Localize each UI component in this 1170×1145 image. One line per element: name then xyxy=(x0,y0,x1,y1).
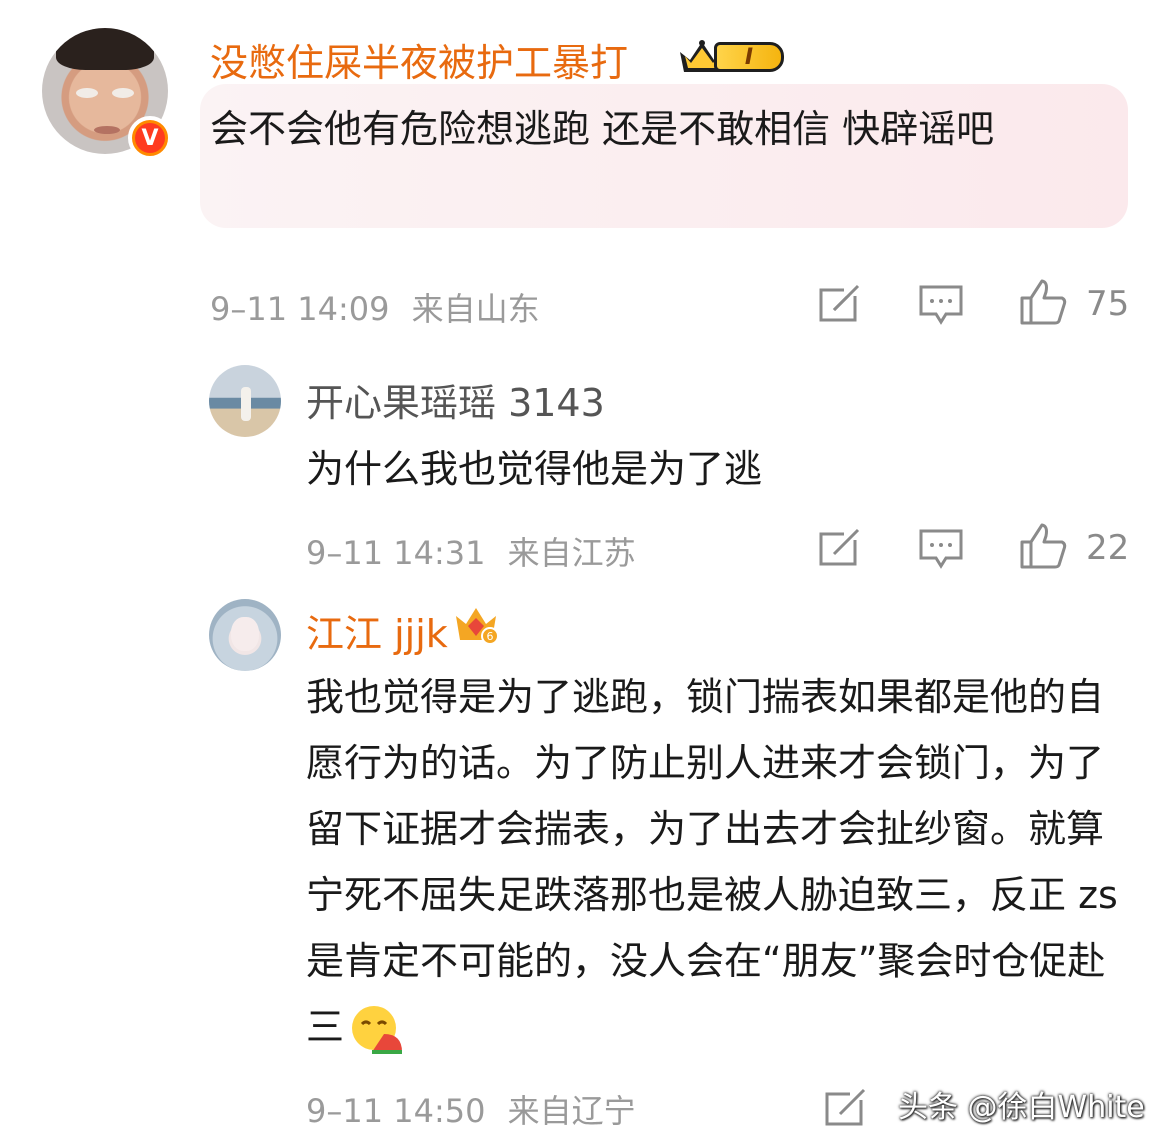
repost-icon[interactable] xyxy=(818,284,862,324)
reply-text: 我也觉得是为了逃跑，锁门揣表如果都是他的自愿行为的话。为了防止别人进来才会锁门，… xyxy=(306,664,1126,1060)
vip-crown-badge-icon: I xyxy=(676,36,794,76)
like-icon[interactable] xyxy=(1018,522,1068,570)
repost-icon[interactable] xyxy=(824,1088,868,1128)
comment-meta: 9–11 14:09 来自山东 xyxy=(210,284,540,330)
comment-icon[interactable] xyxy=(918,284,964,326)
reply-username[interactable]: 开心果瑶瑶 3143 xyxy=(306,372,605,427)
comment-icon[interactable] xyxy=(918,528,964,570)
location: 来自江苏 xyxy=(507,534,636,572)
reply-text: 为什么我也觉得他是为了逃 xyxy=(306,447,763,491)
emoji-watermelon-icon xyxy=(352,1005,403,1054)
svg-text:6: 6 xyxy=(487,630,494,643)
repost-icon[interactable] xyxy=(818,528,862,568)
comment-username[interactable]: 没憋住屎半夜被护工暴打 xyxy=(210,32,628,87)
reply-username[interactable]: 江江 jjjk xyxy=(306,603,448,658)
like-count: 22 xyxy=(1086,528,1130,568)
crown-level-badge-icon: 6 xyxy=(452,604,500,646)
verified-badge-icon: V xyxy=(128,116,172,160)
reply-meta: 9–11 14:31 来自江苏 xyxy=(306,528,636,574)
reply-meta: 9–11 14:50 来自辽宁 xyxy=(306,1086,636,1132)
timestamp: 9–11 14:31 xyxy=(306,534,486,572)
location: 来自山东 xyxy=(411,290,540,328)
watermark: 头条 @徐白White xyxy=(898,1090,1145,1125)
avatar[interactable] xyxy=(209,365,281,437)
like-count: 75 xyxy=(1086,284,1130,324)
timestamp: 9–11 14:09 xyxy=(210,290,390,328)
location: 来自辽宁 xyxy=(507,1092,636,1130)
timestamp: 9–11 14:50 xyxy=(306,1092,486,1130)
avatar[interactable] xyxy=(209,599,281,671)
comment-text: 会不会他有危险想逃跑 还是不敢相信 快辟谣吧 xyxy=(210,107,995,151)
like-icon[interactable] xyxy=(1018,278,1068,326)
